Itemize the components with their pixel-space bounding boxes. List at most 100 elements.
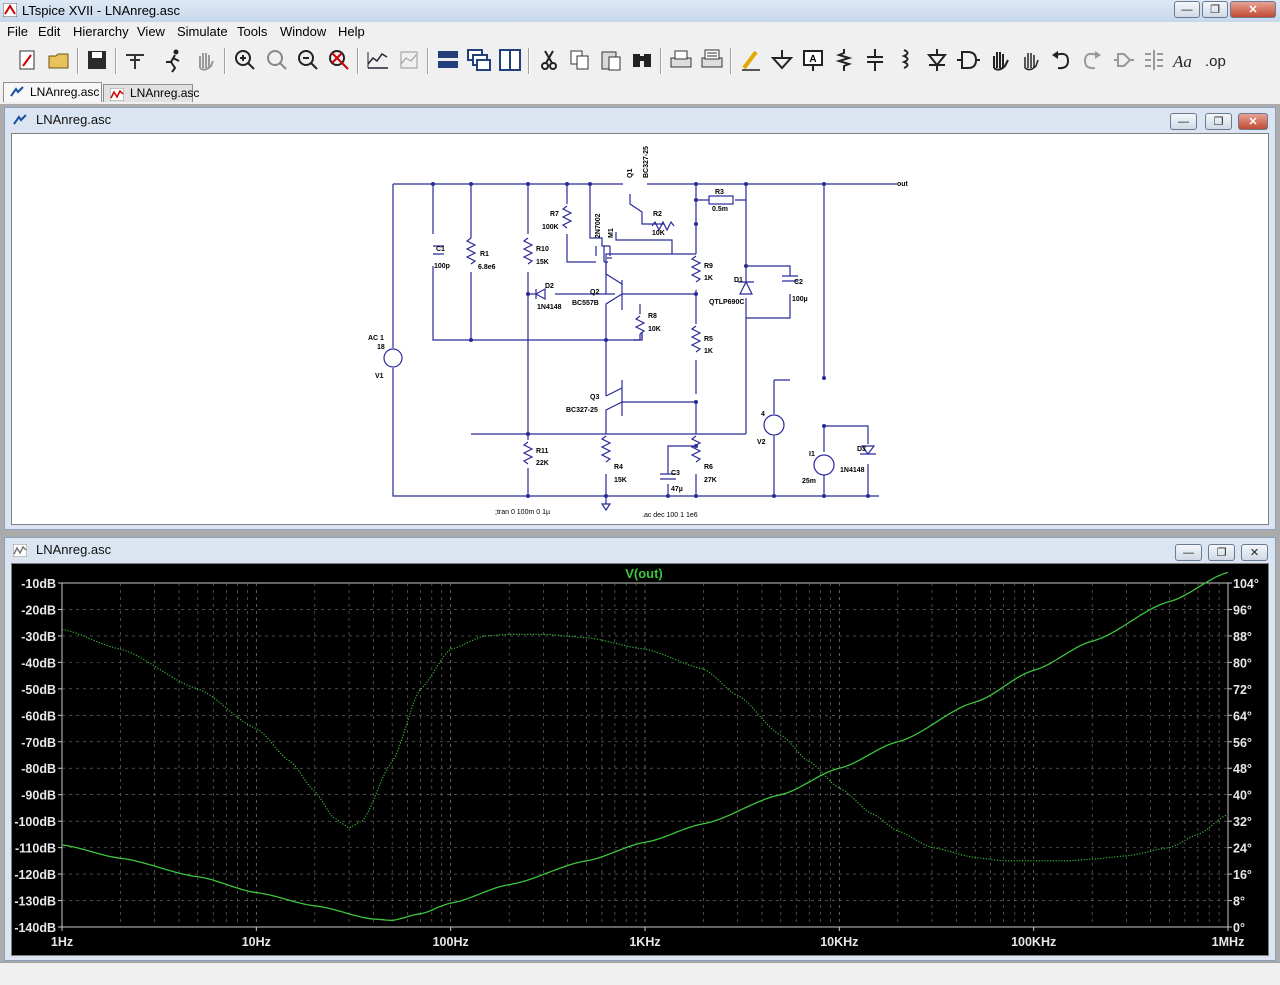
resistor-icon[interactable]: [831, 46, 857, 74]
print-icon[interactable]: [668, 46, 694, 74]
y-left-tick-label: -100dB: [14, 815, 56, 829]
label-c1-val: 100p: [434, 263, 450, 270]
y-left-tick-label: -20dB: [21, 603, 56, 617]
minimize-button[interactable]: —: [1174, 1, 1200, 18]
y-left-tick-label: -90dB: [21, 789, 56, 803]
tab-waveform[interactable]: LNAnreg.asc: [103, 84, 199, 102]
label-m1: M1: [608, 228, 615, 238]
label-r9-val: 1K: [704, 275, 713, 282]
waveform-close-button[interactable]: ✕: [1241, 544, 1268, 561]
waveform-plot[interactable]: -10dB -20dB -30dB -40dB -50dB -60dB -70dB -80dB…: [11, 563, 1269, 956]
y-right-tick-label: 80°: [1233, 656, 1252, 670]
zoom-in-icon[interactable]: [232, 46, 258, 74]
cascade-icon[interactable]: [466, 46, 492, 74]
label-q3-model: BC327-25: [566, 407, 598, 414]
tile-vertical-icon[interactable]: [497, 46, 523, 74]
label-i1: I1: [809, 451, 815, 458]
label-c1: C1: [436, 246, 445, 253]
cut-icon[interactable]: [536, 46, 562, 74]
schematic-drawing: Q1 BC327-25 R3 0.5m out R7 100K 2N7002 M…: [368, 146, 909, 519]
label-r10-val: 15K: [536, 259, 549, 266]
tran-directive[interactable]: ;tran 0 100m 0 1µ: [495, 509, 550, 516]
window-title: LTspice XVII - LNAnreg.asc: [22, 3, 180, 18]
label-r9: R9: [704, 263, 713, 270]
label-r5: R5: [704, 336, 713, 343]
x-tick-label: 10Hz: [242, 935, 271, 949]
label-r11: R11: [536, 448, 549, 455]
pick-traces-icon[interactable]: [396, 46, 422, 74]
autorange-icon[interactable]: [365, 46, 391, 74]
undo-icon[interactable]: [1048, 46, 1074, 74]
x-tick-label: 1MHz: [1212, 935, 1245, 949]
rotate-icon[interactable]: [1110, 46, 1136, 74]
close-button[interactable]: ✕: [1230, 1, 1276, 18]
menu-file[interactable]: File: [7, 24, 28, 39]
tile-horizontal-icon[interactable]: [435, 46, 461, 74]
menu-edit[interactable]: Edit: [38, 24, 60, 39]
toolbar: A Aa .op: [0, 42, 1280, 81]
copy-icon[interactable]: [567, 46, 593, 74]
schematic-window-caption: LNAnreg.asc — ❐ ✕: [5, 108, 1275, 132]
draw-wire-icon[interactable]: [738, 46, 764, 74]
mirror-icon[interactable]: [1141, 46, 1167, 74]
diode-icon[interactable]: [924, 46, 950, 74]
component-icon[interactable]: [955, 46, 981, 74]
y-right-tick-label: 64°: [1233, 709, 1252, 723]
label-d3: D3: [857, 446, 866, 453]
waveform-minimize-button[interactable]: —: [1175, 544, 1202, 561]
halt-icon[interactable]: [192, 46, 218, 74]
y-left-tick-label: -70dB: [21, 736, 56, 750]
label-r6-val: 27K: [704, 477, 717, 484]
schematic-restore-button[interactable]: ❐: [1205, 113, 1232, 130]
label-c3-val: 47µ: [671, 486, 683, 493]
text-icon[interactable]: Aa: [1172, 46, 1198, 74]
save-icon[interactable]: [84, 46, 110, 74]
ltspice-app-icon: [3, 3, 17, 17]
schematic-icon: [10, 86, 24, 97]
find-icon[interactable]: [629, 46, 655, 74]
new-schematic-icon[interactable]: [14, 46, 40, 74]
schematic-minimize-button[interactable]: —: [1170, 113, 1197, 130]
menu-view[interactable]: View: [137, 24, 165, 39]
run-icon[interactable]: [161, 46, 187, 74]
tab-schematic[interactable]: LNAnreg.asc: [3, 82, 102, 102]
y-right-tick-label: 48°: [1233, 762, 1252, 776]
schematic-close-button[interactable]: ✕: [1238, 113, 1268, 130]
zoom-out-icon[interactable]: [295, 46, 321, 74]
drag-hand-icon[interactable]: [1017, 46, 1043, 74]
label-q1-model: BC327-25: [643, 146, 650, 178]
print-setup-icon[interactable]: [699, 46, 725, 74]
inductor-icon[interactable]: [893, 46, 919, 74]
menu-tools[interactable]: Tools: [237, 24, 267, 39]
control-panel-icon[interactable]: [122, 46, 148, 74]
svg-text:A: A: [809, 54, 816, 65]
ground-icon[interactable]: [769, 46, 795, 74]
maximize-button[interactable]: ❐: [1202, 1, 1228, 18]
ac-directive[interactable]: .ac dec 100 1 1e6: [642, 512, 698, 519]
y-right-tick-label: 88°: [1233, 630, 1252, 644]
label-v2: V2: [757, 439, 766, 446]
label-v2-val: 4: [761, 411, 765, 418]
menu-help[interactable]: Help: [338, 24, 365, 39]
menu-window[interactable]: Window: [280, 24, 326, 39]
svg-text:.op: .op: [1205, 53, 1226, 70]
capacitor-icon[interactable]: [862, 46, 888, 74]
zoom-fit-icon[interactable]: [326, 46, 352, 74]
components: [383, 195, 876, 512]
label-r1: R1: [480, 251, 489, 258]
label-d1-model: QTLP690C: [709, 299, 744, 306]
y-right-tick-label: 56°: [1233, 736, 1252, 750]
spice-directive-icon[interactable]: .op: [1203, 46, 1229, 74]
menu-simulate[interactable]: Simulate: [177, 24, 228, 39]
menu-hierarchy[interactable]: Hierarchy: [73, 24, 129, 39]
paste-icon[interactable]: [598, 46, 624, 74]
move-hand-icon[interactable]: [986, 46, 1012, 74]
redo-icon[interactable]: [1079, 46, 1105, 74]
pan-zoom-icon[interactable]: [264, 46, 290, 74]
open-folder-icon[interactable]: [46, 46, 72, 74]
schematic-canvas[interactable]: Q1 BC327-25 R3 0.5m out R7 100K 2N7002 M…: [11, 133, 1269, 525]
waveform-restore-button[interactable]: ❐: [1208, 544, 1235, 561]
chart-title[interactable]: V(out): [625, 566, 663, 581]
label-net-icon[interactable]: A: [800, 46, 826, 74]
x-tick-label: 1KHz: [629, 935, 660, 949]
